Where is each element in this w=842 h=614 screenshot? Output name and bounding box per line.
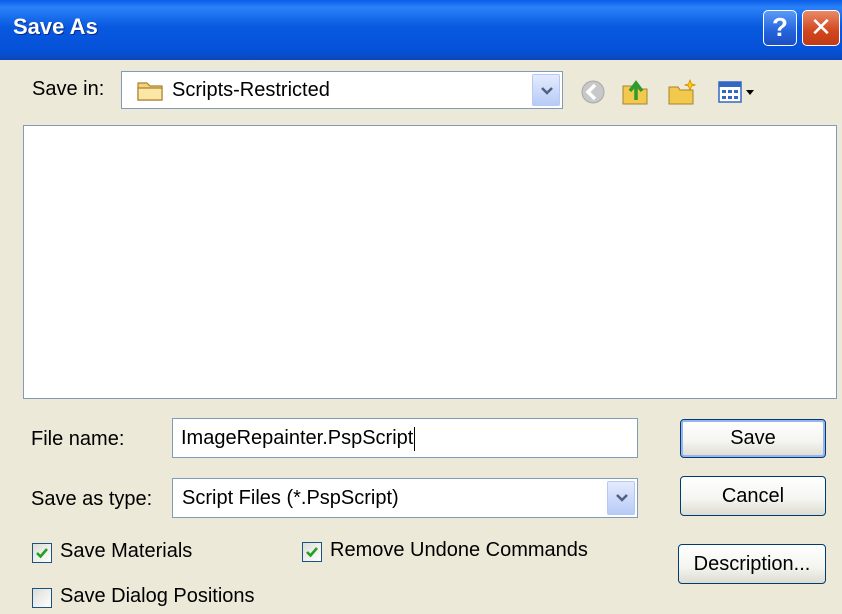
up-folder-icon[interactable] bbox=[619, 76, 651, 108]
save-button-label: Save bbox=[730, 427, 776, 449]
save-in-label: Save in: bbox=[32, 78, 105, 100]
save-materials-checkbox[interactable] bbox=[32, 543, 52, 563]
title-bar[interactable]: Save As ? ✕ bbox=[0, 0, 842, 60]
file-name-input[interactable]: ImageRepainter.PspScript bbox=[172, 418, 638, 458]
text-caret bbox=[414, 426, 416, 451]
save-as-type-dropdown[interactable]: Script Files (*.PspScript) bbox=[172, 478, 638, 518]
close-button[interactable]: ✕ bbox=[802, 10, 840, 46]
back-icon[interactable] bbox=[577, 76, 609, 108]
chevron-down-icon bbox=[616, 494, 628, 502]
chevron-down-icon bbox=[541, 87, 553, 95]
remove-undone-commands-label: Remove Undone Commands bbox=[330, 539, 588, 561]
save-materials-label: Save Materials bbox=[60, 540, 193, 562]
help-button[interactable]: ? bbox=[763, 10, 797, 46]
new-folder-icon[interactable] bbox=[666, 76, 698, 108]
save-button[interactable]: Save bbox=[680, 419, 826, 458]
cancel-button[interactable]: Cancel bbox=[680, 476, 826, 516]
checkmark-icon bbox=[306, 547, 318, 558]
description-button[interactable]: Description... bbox=[678, 544, 826, 584]
remove-undone-commands-checkbox[interactable] bbox=[302, 542, 322, 562]
folder-icon bbox=[137, 82, 163, 101]
save-in-dropdown-arrow[interactable] bbox=[532, 74, 560, 106]
checkmark-icon bbox=[36, 548, 48, 559]
save-dialog-positions-checkbox[interactable] bbox=[32, 588, 52, 608]
save-as-type-value: Script Files (*.PspScript) bbox=[182, 487, 399, 509]
description-button-label: Description... bbox=[693, 553, 811, 575]
cancel-button-label: Cancel bbox=[721, 485, 785, 507]
save-as-type-dropdown-arrow[interactable] bbox=[607, 481, 635, 515]
file-list[interactable] bbox=[23, 125, 837, 399]
save-as-type-label: Save as type: bbox=[31, 488, 153, 510]
close-icon: ✕ bbox=[810, 12, 832, 42]
file-name-label: File name: bbox=[31, 428, 125, 450]
help-icon: ? bbox=[772, 12, 788, 42]
save-in-value: Scripts-Restricted bbox=[172, 79, 330, 101]
window-title: Save As bbox=[13, 14, 98, 39]
save-in-dropdown[interactable]: Scripts-Restricted bbox=[121, 71, 563, 109]
view-menu-icon[interactable] bbox=[716, 76, 764, 108]
file-name-value: ImageRepainter.PspScript bbox=[181, 427, 414, 449]
save-dialog-positions-label: Save Dialog Positions bbox=[60, 585, 255, 607]
